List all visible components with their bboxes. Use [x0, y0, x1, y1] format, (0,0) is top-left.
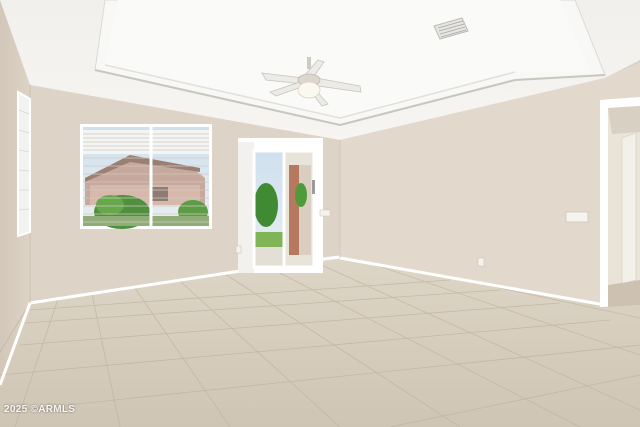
watermark: 2025 ©ARMLS	[4, 404, 76, 415]
doorway-right	[600, 97, 640, 307]
side-window	[17, 90, 31, 238]
window-blinds	[80, 124, 212, 229]
room-illustration	[0, 0, 640, 427]
outlet-right	[477, 257, 485, 267]
outlet-left	[235, 245, 242, 254]
sliding-glass-door	[238, 138, 323, 273]
light-switch-back	[319, 209, 331, 217]
room-photo: 2025 ©ARMLS	[0, 0, 640, 427]
light-switch-right	[565, 211, 589, 223]
